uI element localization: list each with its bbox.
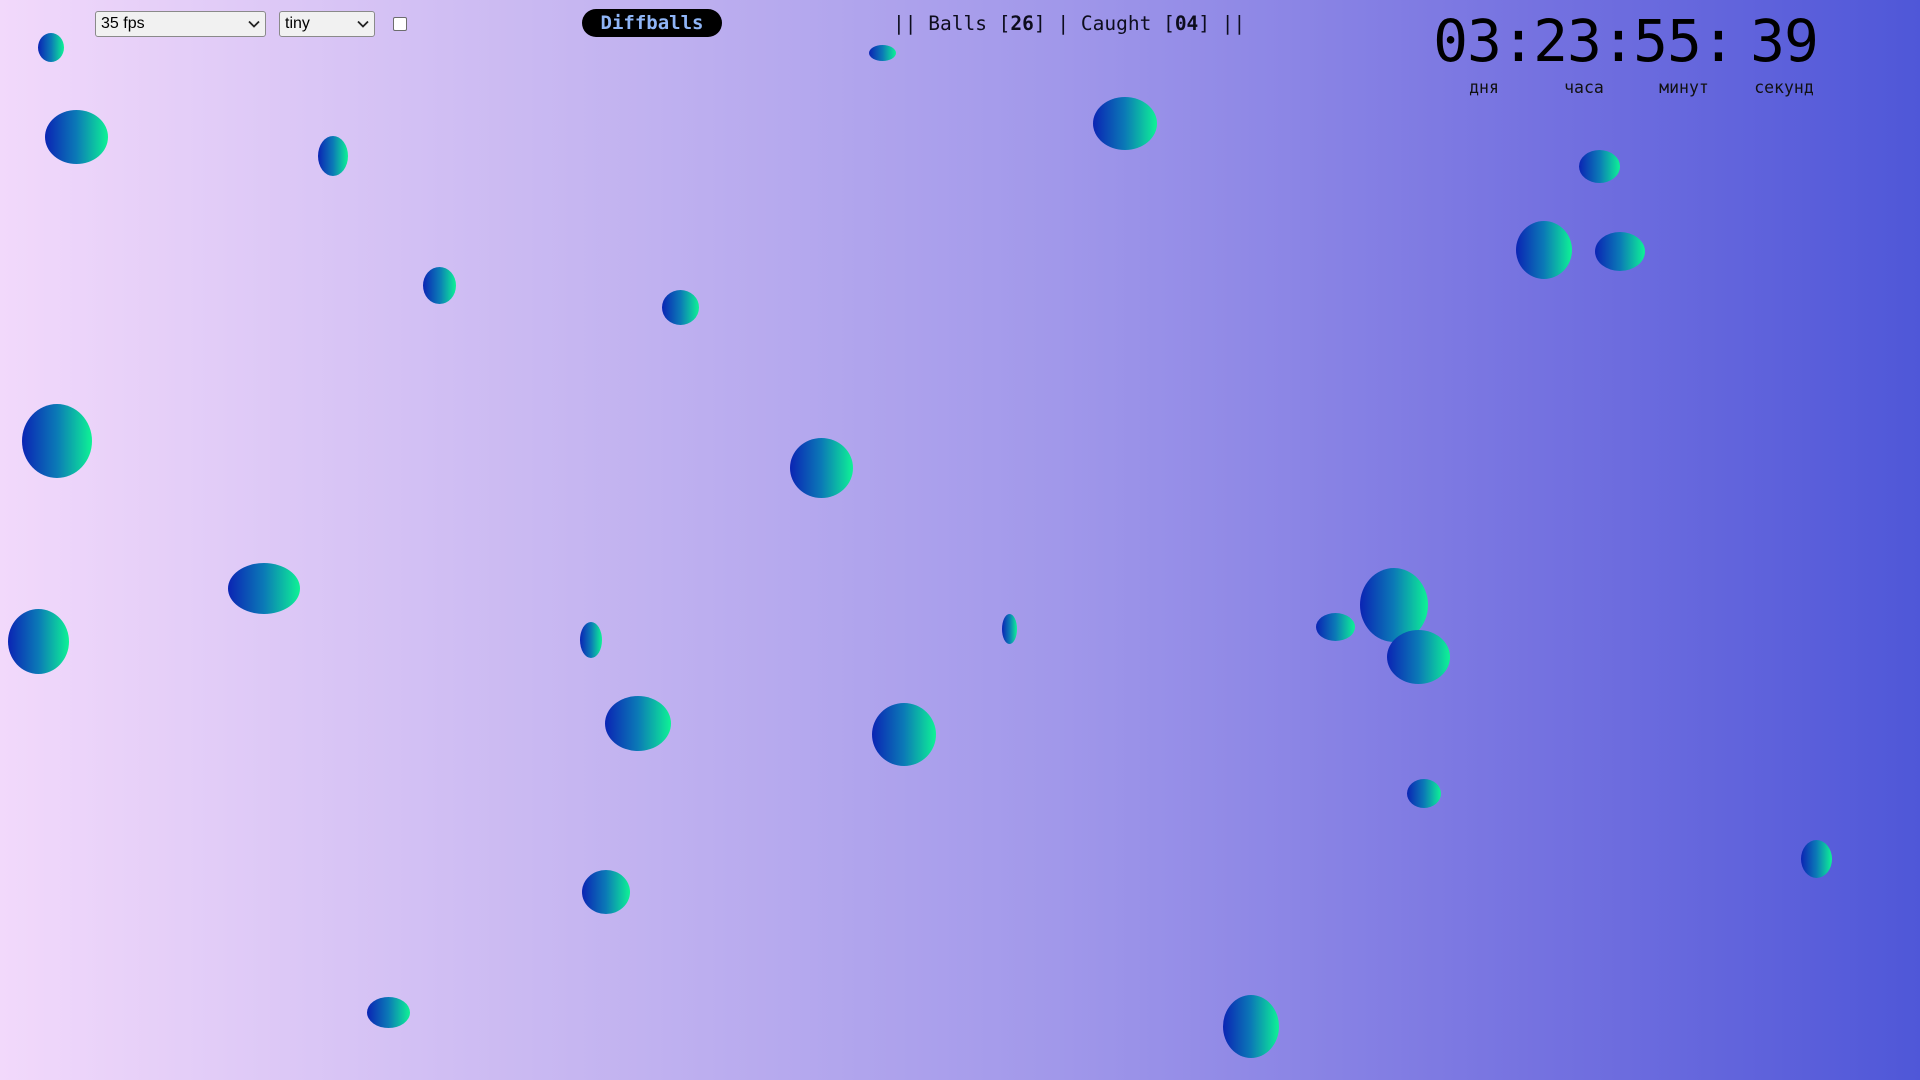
caught-bracket-open: [ — [1151, 11, 1175, 35]
ball[interactable] — [45, 110, 108, 164]
days-label: дня — [1469, 78, 1499, 97]
ball[interactable] — [38, 33, 64, 62]
ball[interactable] — [1093, 97, 1157, 150]
option-checkbox[interactable] — [393, 17, 407, 31]
ball[interactable] — [1579, 150, 1620, 183]
chevron-down-icon — [352, 12, 374, 36]
ball[interactable] — [423, 267, 456, 304]
balls-label: Balls — [928, 11, 987, 35]
seconds-label: секунд — [1754, 78, 1814, 97]
ball[interactable] — [662, 290, 699, 325]
ball[interactable] — [872, 703, 936, 766]
hours-label: часа — [1564, 78, 1604, 97]
timer-minutes: 55: минут — [1633, 7, 1736, 97]
ball[interactable] — [1002, 614, 1017, 644]
ball[interactable] — [318, 136, 348, 176]
ball[interactable] — [1387, 630, 1450, 684]
ball[interactable] — [580, 622, 602, 658]
hours-value: 23: — [1533, 7, 1636, 75]
seconds-value: 39 — [1750, 7, 1819, 75]
ball[interactable] — [228, 563, 300, 614]
ball[interactable] — [22, 404, 92, 478]
game-title: Diffballs — [582, 9, 722, 37]
fps-select-value: 35 fps — [101, 15, 145, 32]
stats-bar: || Balls [26] | Caught [04] || — [893, 8, 1245, 38]
chevron-down-icon — [243, 12, 265, 36]
ball[interactable] — [8, 609, 69, 674]
minutes-label: минут — [1659, 78, 1709, 97]
balls-bracket-close: ] | — [1033, 11, 1081, 35]
size-select-value: tiny — [285, 15, 310, 32]
caught-bracket-close: ] || — [1198, 11, 1246, 35]
ball[interactable] — [582, 870, 630, 914]
minutes-value: 55: — [1633, 7, 1736, 75]
ball[interactable] — [1223, 995, 1279, 1058]
stats-separator: || — [893, 11, 929, 35]
balls-count: 26 — [1010, 11, 1034, 35]
ball[interactable] — [790, 438, 853, 498]
controls-bar: 35 fps tiny — [95, 11, 407, 37]
ball[interactable] — [367, 997, 410, 1028]
caught-label: Caught — [1080, 11, 1152, 35]
ball[interactable] — [869, 45, 896, 61]
fps-select[interactable]: 35 fps — [95, 11, 266, 37]
ball[interactable] — [605, 696, 671, 751]
ball[interactable] — [1516, 221, 1572, 279]
timer-hours: 23: часа — [1533, 7, 1636, 97]
balls-bracket-open: [ — [986, 11, 1011, 35]
ball[interactable] — [1595, 232, 1645, 271]
days-value: 03: — [1433, 7, 1536, 75]
ball[interactable] — [1407, 779, 1441, 808]
timer-seconds: 39 секунд — [1734, 8, 1834, 97]
ball[interactable] — [1316, 613, 1355, 641]
countdown-timer: 03: дня 23: часа 55: минут 39 секунд — [1433, 7, 1834, 97]
size-select[interactable]: tiny — [279, 11, 375, 37]
timer-days: 03: дня — [1433, 7, 1536, 97]
ball[interactable] — [1801, 840, 1832, 878]
caught-count: 04 — [1174, 11, 1199, 35]
